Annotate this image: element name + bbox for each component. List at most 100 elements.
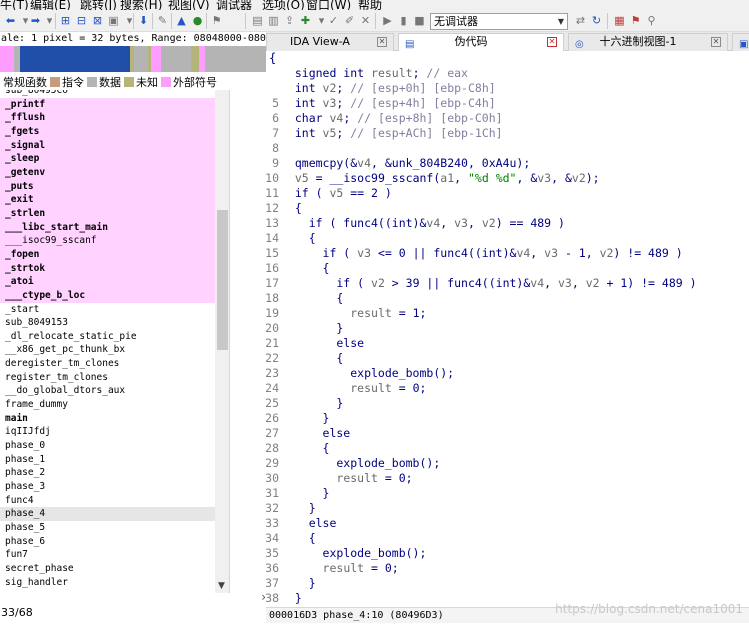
function-item[interactable]: _exit: [0, 193, 215, 207]
function-list-scrollbar[interactable]: ▼: [215, 90, 229, 593]
function-item[interactable]: iqIIJfdj: [0, 425, 215, 439]
close-icon[interactable]: ✕: [547, 37, 557, 47]
code-line[interactable]: 24 result = 0;: [266, 381, 749, 396]
function-item[interactable]: phase_1: [0, 453, 215, 467]
code-line[interactable]: 18 {: [266, 291, 749, 306]
function-item[interactable]: phase_4: [0, 507, 215, 521]
code-line[interactable]: 28 {: [266, 441, 749, 456]
code-line[interactable]: 20 }: [266, 321, 749, 336]
edit-icon[interactable]: ✐: [342, 13, 357, 28]
function-item[interactable]: _fgets: [0, 124, 215, 139]
chart-icon[interactable]: ▦: [612, 13, 627, 28]
menu-item[interactable]: 窗口(W): [306, 0, 351, 10]
function-item[interactable]: ___isoc99_sscanf: [0, 234, 215, 248]
graph-icon[interactable]: ⊞: [58, 13, 73, 28]
function-item[interactable]: _dl_relocate_static_pie: [0, 330, 215, 344]
function-item[interactable]: secret_phase: [0, 562, 215, 576]
function-item[interactable]: _puts: [0, 179, 215, 194]
flag-icon[interactable]: ⚑: [628, 13, 643, 28]
function-item[interactable]: ___ctype_b_loc: [0, 288, 215, 303]
function-item[interactable]: _signal: [0, 138, 215, 153]
code-line[interactable]: 31 }: [266, 486, 749, 501]
code-line[interactable]: 36 result = 0;: [266, 561, 749, 576]
menu-item[interactable]: 视图(V): [168, 0, 210, 10]
code-line[interactable]: 21 else: [266, 336, 749, 351]
function-item[interactable]: phase_3: [0, 480, 215, 494]
code-line[interactable]: 5 int v3; // [esp+4h] [ebp-C4h]: [272, 96, 749, 111]
code-line[interactable]: 7 int v5; // [esp+ACh] [ebp-1Ch]: [272, 126, 749, 141]
tab-hex-view-1[interactable]: ◎ 十六进制视图-1 ✕: [568, 33, 728, 51]
function-item[interactable]: phase_6: [0, 535, 215, 549]
run-icon[interactable]: ✚: [298, 13, 313, 28]
function-item[interactable]: _fopen: [0, 247, 215, 262]
function-item[interactable]: _strlen: [0, 206, 215, 221]
start-debug-icon[interactable]: ▶: [380, 13, 395, 28]
play-icon[interactable]: ●: [190, 13, 205, 28]
code-line[interactable]: 32 }: [266, 501, 749, 516]
tab-structures[interactable]: ▣: [732, 33, 749, 51]
hex-icon[interactable]: ▤: [250, 13, 265, 28]
horizontal-scrollbar[interactable]: ›: [230, 590, 266, 605]
code-line[interactable]: 15 if ( v3 <= 0 || func4((int)&v4, v3 - …: [266, 246, 749, 261]
download-icon[interactable]: ⬇: [136, 13, 151, 28]
code-line[interactable]: 26 }: [266, 411, 749, 426]
toolbox-icon[interactable]: ▣: [106, 13, 121, 28]
pseudocode-view[interactable]: { signed int result; // eax int v2; // […: [266, 51, 749, 607]
code-line[interactable]: 23 explode_bomb();: [266, 366, 749, 381]
code-line[interactable]: 8: [272, 141, 749, 156]
code-line[interactable]: 6 char v4; // [esp+8h] [ebp-C0h]: [272, 111, 749, 126]
function-item[interactable]: sub_80495Co: [0, 90, 215, 98]
function-item[interactable]: phase_2: [0, 466, 215, 480]
navigation-band[interactable]: [0, 46, 266, 72]
code-line[interactable]: 17 if ( v2 > 39 || func4((int)&v4, v3, v…: [266, 276, 749, 291]
code-line[interactable]: 37 }: [266, 576, 749, 591]
tab-pseudocode[interactable]: ▤ 伪代码 ✕: [398, 33, 564, 52]
function-item[interactable]: _strtok: [0, 261, 215, 276]
patch-icon[interactable]: ✓: [326, 13, 341, 28]
function-item[interactable]: _printf: [0, 97, 215, 112]
function-item[interactable]: func4: [0, 494, 215, 508]
menu-item[interactable]: 调试器: [216, 0, 252, 10]
code-line[interactable]: signed int result; // eax: [281, 66, 749, 81]
menu-item[interactable]: 帮助: [358, 0, 382, 10]
scrollbar-thumb[interactable]: [217, 210, 228, 350]
code-line[interactable]: int v2; // [esp+0h] [ebp-C8h]: [281, 81, 749, 96]
code-line[interactable]: 34 {: [266, 531, 749, 546]
attach-icon[interactable]: ⇄: [573, 13, 588, 28]
function-item[interactable]: __x86_get_pc_thunk_bx: [0, 343, 215, 357]
function-item[interactable]: __do_global_dtors_aux: [0, 384, 215, 398]
menu-item[interactable]: 牛(T): [0, 0, 29, 10]
export-icon[interactable]: ⇪: [282, 13, 297, 28]
code-line[interactable]: 22 {: [266, 351, 749, 366]
close-icon[interactable]: ✕: [377, 37, 387, 47]
trace-icon[interactable]: ⚑: [209, 13, 224, 28]
xref-icon[interactable]: ⊟: [74, 13, 89, 28]
refresh-icon[interactable]: ↻: [589, 13, 604, 28]
code-line[interactable]: 16 {: [266, 261, 749, 276]
function-item[interactable]: _sleep: [0, 152, 215, 166]
debugger-select[interactable]: 无调试器 ▼: [430, 13, 568, 30]
breakpoint-icon[interactable]: ✎: [155, 13, 170, 28]
code-line[interactable]: 33 else: [266, 516, 749, 531]
pause-icon[interactable]: ▮: [396, 13, 411, 28]
code-line[interactable]: 14 {: [266, 231, 749, 246]
menu-item[interactable]: 选项(O): [262, 0, 305, 10]
function-item[interactable]: ___libc_start_main: [0, 220, 215, 235]
function-item[interactable]: _fflush: [0, 111, 215, 125]
dropdown-arrow-icon[interactable]: ▾: [122, 13, 137, 28]
code-line[interactable]: 12 {: [266, 201, 749, 216]
function-item[interactable]: _atoi: [0, 275, 215, 289]
function-item[interactable]: sig_handler: [0, 576, 215, 590]
struct-view-icon[interactable]: ▥: [266, 13, 281, 28]
struct-icon[interactable]: ⊠: [90, 13, 105, 28]
function-item[interactable]: _start: [0, 303, 215, 317]
code-line[interactable]: 30 result = 0;: [266, 471, 749, 486]
forward-icon[interactable]: ➡: [28, 13, 43, 28]
pin-icon[interactable]: ⚲: [644, 13, 659, 28]
function-item[interactable]: sub_8049153: [0, 316, 215, 330]
function-item[interactable]: phase_5: [0, 521, 215, 535]
menu-item[interactable]: 编辑(E): [30, 0, 71, 10]
tab-ida-view-a[interactable]: IDA View-A ✕: [266, 33, 394, 51]
stop-icon[interactable]: ■: [412, 13, 427, 28]
function-item[interactable]: deregister_tm_clones: [0, 357, 215, 371]
